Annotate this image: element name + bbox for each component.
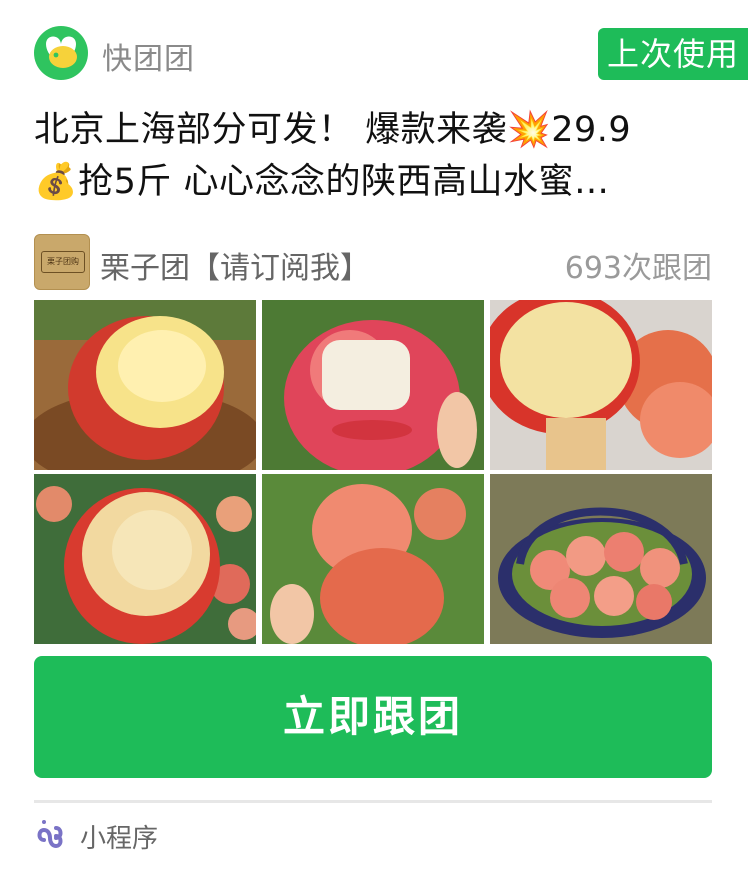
post-title-line-2: 💰抢5斤 心心念念的陕西高山水蜜… [34, 162, 610, 202]
gallery-photo-5[interactable] [262, 474, 484, 644]
footer-divider [34, 800, 712, 803]
group-avatar-logo-text: 栗子团购 [41, 251, 85, 273]
group-name: 栗子团【请订阅我】 [100, 251, 370, 286]
follow-count: 693次跟团 [564, 251, 712, 286]
follow-now-button[interactable]: 立即跟团 [34, 656, 712, 778]
gallery-photo-6[interactable] [490, 474, 712, 644]
app-name: 快团团 [102, 42, 195, 77]
gallery-photo-2[interactable] [262, 300, 484, 470]
card-header: 快团团 上次使用 [0, 0, 748, 100]
group-avatar: 栗子团购 [34, 234, 90, 290]
mini-program-label: 小程序 [80, 824, 159, 854]
post-title-line-1: 北京上海部分可发！ 爆款来袭💥29.9 [34, 110, 632, 150]
gallery-photo-4[interactable] [34, 474, 256, 644]
gallery-photo-3[interactable] [490, 300, 712, 470]
app-logo-icon [34, 26, 88, 80]
photo-grid [34, 300, 712, 644]
gallery-photo-1[interactable] [34, 300, 256, 470]
post-title[interactable]: 北京上海部分可发！ 爆款来袭💥29.9 💰抢5斤 心心念念的陕西高山水蜜… [34, 104, 718, 208]
last-used-badge: 上次使用 [598, 28, 748, 80]
group-info-row[interactable]: 栗子团购 栗子团【请订阅我】 693次跟团 [34, 234, 714, 290]
mini-program-icon [34, 818, 66, 850]
